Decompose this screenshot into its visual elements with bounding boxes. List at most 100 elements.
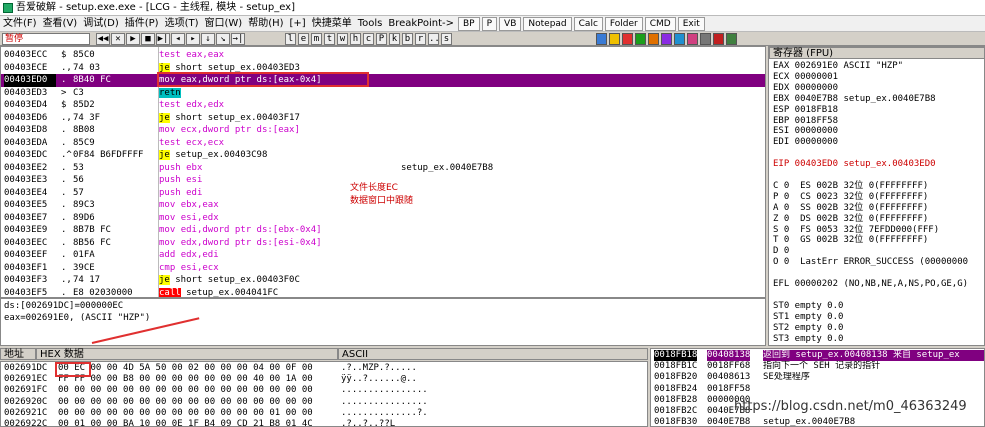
- toolbar-color-icon-9[interactable]: [713, 33, 724, 45]
- toolbar-color-icon-3[interactable]: [635, 33, 646, 45]
- disasm-row[interactable]: 00403EE2. 53 push ebx setup_ex.0040E7B8: [1, 162, 765, 175]
- toolbar-letter-8[interactable]: k: [389, 33, 400, 45]
- register-line[interactable]: ESI 00000000: [773, 126, 984, 137]
- toolbar-button-icon-6[interactable]: ▸: [186, 33, 200, 45]
- menu-item-5[interactable]: 窗口(W): [202, 16, 246, 31]
- toolbar-color-icon-8[interactable]: [700, 33, 711, 45]
- menu-item-8[interactable]: 快捷菜单: [309, 16, 355, 31]
- toolbar-button-icon-7[interactable]: ↓: [201, 33, 215, 45]
- menu-button-1[interactable]: P: [481, 17, 498, 31]
- disasm-row[interactable]: 00403ED6., 74 3F je short setup_ex.00403F1…: [1, 112, 765, 125]
- stack-row[interactable]: 0018FB1C 0018FF68 指向下一个 SEH 记录的指针: [651, 361, 984, 372]
- stack-row[interactable]: 0018FB18 00408138 返回到 setup_ex.00408138 来自…: [651, 350, 984, 361]
- register-line[interactable]: T 0 GS 002B 32位 0(FFFFFFFF): [773, 235, 984, 246]
- register-line[interactable]: [773, 170, 984, 181]
- menu-button-4[interactable]: Calc: [573, 17, 603, 31]
- toolbar-letter-7[interactable]: P: [376, 33, 387, 45]
- toolbar-color-icon-0[interactable]: [596, 33, 607, 45]
- menu-item-7[interactable]: [+]: [287, 16, 309, 31]
- menu-item-2[interactable]: 调试(D): [80, 16, 122, 31]
- dump-row[interactable]: 0026921C 00 00 00 00 00 00 00 00 00 00 00…: [1, 408, 647, 419]
- toolbar-button-icon-0[interactable]: ◀◀: [96, 33, 110, 45]
- disasm-row[interactable]: 00403EEC. 8B56 FC mov edx,dword ptr ds:[es…: [1, 237, 765, 250]
- menu-item-10[interactable]: BreakPoint->: [385, 16, 457, 31]
- menu-item-6[interactable]: 帮助(H): [245, 16, 286, 31]
- toolbar-button-icon-8[interactable]: ↘: [216, 33, 230, 45]
- toolbar-letter-0[interactable]: l: [285, 33, 296, 45]
- toolbar-letter-4[interactable]: w: [337, 33, 348, 45]
- menu-button-5[interactable]: Folder: [604, 17, 643, 31]
- disasm-row[interactable]: 00403EDC .^ 0F84 B6FDFFFF je setup_ex.00403…: [1, 149, 765, 162]
- dump-row[interactable]: 002691FC 00 00 00 00 00 00 00 00 00 00 00…: [1, 385, 647, 396]
- toolbar-color-icon-10[interactable]: [726, 33, 737, 45]
- dump-col-ascii[interactable]: ASCII: [338, 348, 648, 360]
- disasm-row[interactable]: 00403EE7. 89D6 mov esi,edx: [1, 212, 765, 225]
- register-line[interactable]: D 0: [773, 246, 984, 257]
- disasm-row[interactable]: 00403EE9. 8B7B FC mov edi,dword ptr ds:[eb…: [1, 224, 765, 237]
- disasm-row[interactable]: 00403ED8. 8B08 mov ecx,dword ptr ds:[eax]: [1, 124, 765, 137]
- menu-button-6[interactable]: CMD: [644, 17, 676, 31]
- disasm-row[interactable]: 00403ED4 $85D2 test edx,edx: [1, 99, 765, 112]
- disasm-row[interactable]: 00403EF3., 74 17 je short setup_ex.00403F0…: [1, 274, 765, 287]
- toolbar-button-icon-9[interactable]: →|: [231, 33, 245, 45]
- menu-button-7[interactable]: Exit: [677, 17, 705, 31]
- dump-row[interactable]: 002691DC 00 EC 00 00 4D 5A 50 00 02 00 00…: [1, 363, 647, 374]
- toolbar-letter-2[interactable]: m: [311, 33, 322, 45]
- register-line[interactable]: EAX 002691E0 ASCII "HZP": [773, 61, 984, 72]
- register-line[interactable]: [773, 290, 984, 301]
- register-line[interactable]: ST1 empty 0.0: [773, 312, 984, 323]
- disasm-row[interactable]: 00403ED3 > C3 retn: [1, 87, 765, 100]
- toolbar-button-icon-4[interactable]: ▶|: [156, 33, 170, 45]
- register-line[interactable]: C 0 ES 002B 32位 0(FFFFFFFF): [773, 181, 984, 192]
- toolbar-color-icon-6[interactable]: [674, 33, 685, 45]
- register-line[interactable]: ST2 empty 0.0: [773, 323, 984, 334]
- dump-row[interactable]: 0026922C 00 01 00 00 BA 10 00 0E 1F B4 09…: [1, 419, 647, 426]
- register-line[interactable]: EDX 00000000: [773, 83, 984, 94]
- toolbar-button-icon-1[interactable]: ✕: [111, 33, 125, 45]
- disasm-row[interactable]: 00403EDA. 85C9 test ecx,ecx: [1, 137, 765, 150]
- toolbar-letter-9[interactable]: b: [402, 33, 413, 45]
- register-line[interactable]: ST3 empty 0.0: [773, 334, 984, 345]
- dump-col-hex[interactable]: HEX 数据: [36, 348, 338, 360]
- menu-button-0[interactable]: BP: [458, 17, 480, 31]
- register-line[interactable]: A 0 SS 002B 32位 0(FFFFFFFF): [773, 203, 984, 214]
- toolbar-letter-10[interactable]: r: [415, 33, 426, 45]
- dump-row[interactable]: 0026920C 00 00 00 00 00 00 00 00 00 00 00…: [1, 397, 647, 408]
- toolbar-color-icon-2[interactable]: [622, 33, 633, 45]
- toolbar-color-icon-1[interactable]: [609, 33, 620, 45]
- disasm-row[interactable]: 00403ECC $85C0 test eax,eax: [1, 49, 765, 62]
- disasm-row[interactable]: 00403EEF. 01FA add edx,edi: [1, 249, 765, 262]
- register-line[interactable]: P 0 CS 0023 32位 0(FFFFFFFF): [773, 192, 984, 203]
- register-line[interactable]: EDI 00000000: [773, 137, 984, 148]
- dump-row[interactable]: 002691EC FF FF 00 00 B8 00 00 00 00 00 00…: [1, 374, 647, 385]
- stack-pane[interactable]: 0018FB18 00408138 返回到 setup_ex.00408138 来自…: [650, 348, 985, 427]
- register-line[interactable]: [773, 148, 984, 159]
- toolbar-letter-3[interactable]: t: [324, 33, 335, 45]
- toolbar-button-icon-3[interactable]: ■: [141, 33, 155, 45]
- register-line[interactable]: EIP 00403ED0 setup_ex.00403ED0: [773, 159, 984, 170]
- disasm-row[interactable]: 00403ED0. 8B40 FC mov eax,dword ptr ds:[ea…: [1, 74, 765, 87]
- toolbar-letter-5[interactable]: h: [350, 33, 361, 45]
- toolbar-button-icon-5[interactable]: ◂: [171, 33, 185, 45]
- stack-row[interactable]: 0018FB20 00408613 SE处理程序: [651, 372, 984, 383]
- toolbar-color-icon-5[interactable]: [661, 33, 672, 45]
- toolbar-color-icon-7[interactable]: [687, 33, 698, 45]
- register-line[interactable]: EFL 00000202 (NO,NB,NE,A,NS,PO,GE,G): [773, 279, 984, 290]
- register-line[interactable]: Z 0 DS 002B 32位 0(FFFFFFFF): [773, 214, 984, 225]
- toolbar-letter-12[interactable]: s: [441, 33, 452, 45]
- menu-item-3[interactable]: 插件(P): [122, 16, 162, 31]
- toolbar-letter-1[interactable]: e: [298, 33, 309, 45]
- dump-pane[interactable]: 002691DC 00 EC 00 00 4D 5A 50 00 02 00 00…: [0, 361, 648, 427]
- toolbar-color-icon-4[interactable]: [648, 33, 659, 45]
- register-line[interactable]: O 0 LastErr ERROR_SUCCESS (00000000: [773, 257, 984, 268]
- menu-item-1[interactable]: 查看(V): [40, 16, 81, 31]
- register-line[interactable]: EBP 0018FF58: [773, 116, 984, 127]
- menu-item-4[interactable]: 选项(T): [162, 16, 202, 31]
- disassembly-pane[interactable]: 00403ECC $85C0 test eax,eax 00403ECE., 74 03…: [0, 46, 766, 298]
- menu-button-3[interactable]: Notepad: [523, 17, 572, 31]
- disasm-row[interactable]: 00403ECE., 74 03 je short setup_ex.00403ED…: [1, 62, 765, 75]
- stack-row[interactable]: 0018FB24 0018FF58: [651, 384, 984, 395]
- toolbar-button-icon-2[interactable]: ▶: [126, 33, 140, 45]
- register-line[interactable]: EBX 0040E7B8 setup_ex.0040E7B8: [773, 94, 984, 105]
- dump-col-address[interactable]: 地址: [0, 348, 36, 360]
